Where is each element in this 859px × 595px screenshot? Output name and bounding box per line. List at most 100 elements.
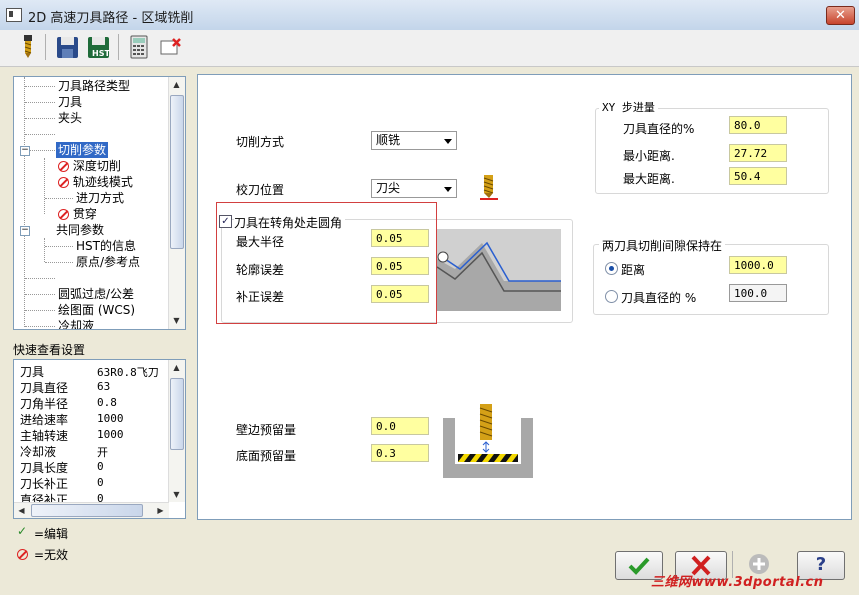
quick-view-panel: 刀具 63R0.8飞刀 刀具直径 63 刀角半径 0.8 进给速率 1000 主… [13,359,186,519]
quick-view-vscroll[interactable]: ▲ ▼ [168,360,185,502]
tree-item-tool[interactable]: 刀具 [58,94,82,110]
qv-value: 63R0.8飞刀 [97,366,159,379]
window-icon [6,8,22,22]
scroll-thumb[interactable] [31,504,143,517]
distance-radio[interactable] [605,262,618,275]
offset-tolerance-label: 补正误差 [236,290,285,304]
quick-view-hscroll[interactable]: ◀ ▶ [14,502,169,518]
save-as-hst-icon[interactable]: HST [86,33,112,61]
qv-key: 冷却液 [20,445,57,459]
qv-value: 开 [97,446,108,459]
floor-stock-label: 底面预留量 [236,449,297,463]
clear-icon[interactable] [158,33,184,61]
qv-value: 0.8 [97,396,117,409]
legend-edit-label: =编辑 [34,527,69,541]
qv-value: 1000 [97,412,124,425]
expander-icon[interactable]: − [20,146,30,156]
scroll-right-icon[interactable]: ▶ [153,503,168,518]
calculator-icon[interactable] [126,33,152,61]
tree-item-depth-cuts[interactable]: 深度切削 [58,158,121,174]
tree-item-coolant[interactable]: 冷却液 [58,318,94,329]
tree-item-trajectory-mode[interactable]: 轨迹线模式 [58,174,133,190]
select-value: 顺铣 [376,133,401,147]
tool-position-select[interactable]: 刀尖 [371,179,457,198]
max-distance-label: 最大距离. [623,172,675,186]
scroll-down-icon[interactable]: ▼ [169,487,184,502]
floor-stock-input[interactable]: 0.3 [371,444,429,462]
qv-value: 0 [97,460,104,473]
distance-label: 距离 [621,263,646,277]
cut-method-select[interactable]: 顺铣 [371,131,457,150]
qv-key: 刀角半径 [20,397,69,411]
tree-item-breakthrough[interactable]: 贯穿 [58,206,97,222]
xy-stepover-title: XY 步进量 [599,99,658,115]
toolbar-separator [45,34,46,60]
scroll-up-icon[interactable]: ▲ [169,360,184,375]
max-radius-input[interactable]: 0.05 [371,229,429,247]
qv-value: 63 [97,380,111,393]
tool-tip-icon [479,174,499,207]
tree-item-arc-filter[interactable]: 圆弧过虑/公差 [58,286,134,302]
invalid-icon [58,177,69,188]
scroll-left-icon[interactable]: ◀ [14,503,29,518]
svg-text:HST: HST [92,49,110,58]
toolbar-separator [118,34,119,60]
watermark: 三维网www.3dportal.cn [651,575,824,590]
tree-item-entry[interactable]: 进刀方式 [76,190,124,206]
tool-icon[interactable] [15,33,41,61]
expander-icon[interactable]: − [20,226,30,236]
invalid-icon [17,547,28,561]
diameter-percent-input[interactable]: 80.0 [729,116,787,134]
save-icon[interactable] [55,33,81,61]
tree-scrollbar[interactable]: ▲ ▼ [168,77,185,329]
scroll-down-icon[interactable]: ▼ [169,313,184,328]
scroll-up-icon[interactable]: ▲ [169,77,184,92]
wall-stock-input[interactable]: 0.0 [371,417,429,435]
gap-distance-input[interactable]: 1000.0 [729,256,787,274]
gap-tool-diameter-input[interactable]: 100.0 [729,284,787,302]
chevron-down-icon [444,139,452,144]
tree-item-cut-params[interactable]: 切削参数 [56,142,109,158]
scroll-thumb[interactable] [170,95,184,249]
qv-key: 进给速率 [20,413,69,427]
gap-title: 两刀具切削间隙保持在 [599,237,726,254]
qv-key: 刀具 [20,365,45,379]
tree-item-label: 轨迹线模式 [72,175,133,189]
qv-value: 1000 [97,428,124,441]
tree-item-holder[interactable]: 夹头 [58,110,82,126]
chevron-down-icon [444,187,452,192]
min-distance-input[interactable]: 27.72 [729,144,787,162]
profile-tolerance-input[interactable]: 0.05 [371,257,429,275]
corner-round-checkbox[interactable]: ✓ [219,215,232,228]
max-radius-label: 最大半径 [236,235,285,249]
max-distance-input[interactable]: 50.4 [729,167,787,185]
corner-preview-image [436,229,561,314]
qv-key: 刀具直径 [20,381,69,395]
wall-stock-label: 壁边预留量 [236,423,297,437]
legend-invalid-label: =无效 [34,548,69,562]
qv-key: 刀长补正 [20,477,69,491]
qv-key: 主轴转速 [20,429,69,443]
tree-item-toolpath-type[interactable]: 刀具路径类型 [58,78,130,94]
select-value: 刀尖 [376,181,401,195]
offset-tolerance-input[interactable]: 0.05 [371,285,429,303]
tool-position-label: 校刀位置 [236,183,285,197]
qv-key: 刀具长度 [20,461,69,475]
corner-round-label: 刀具在转角处走圆角 [234,214,346,231]
scroll-thumb[interactable] [170,378,184,450]
window-title: 2D 高速刀具路径 - 区域铣削 [28,11,194,26]
tree-item-common-params[interactable]: 共同参数 [56,222,104,238]
tree-item-wcs[interactable]: 绘图面 (WCS) [58,302,135,318]
quick-view-title: 快速查看设置 [13,343,86,357]
min-distance-label: 最小距离. [623,149,675,163]
tree-item-origin[interactable]: 原点/参考点 [76,254,140,270]
tree-item-hst-info[interactable]: HST的信息 [76,238,136,254]
stock-preview-image [443,404,533,481]
profile-tolerance-label: 轮廓误差 [236,263,285,277]
invalid-icon [58,161,69,172]
tree-item-label: 深度切削 [72,159,121,173]
cut-method-label: 切削方式 [236,135,285,149]
tree-item-label: 贯穿 [72,207,97,221]
close-button[interactable]: ✕ [826,6,855,25]
tool-diameter-radio[interactable] [605,290,618,303]
